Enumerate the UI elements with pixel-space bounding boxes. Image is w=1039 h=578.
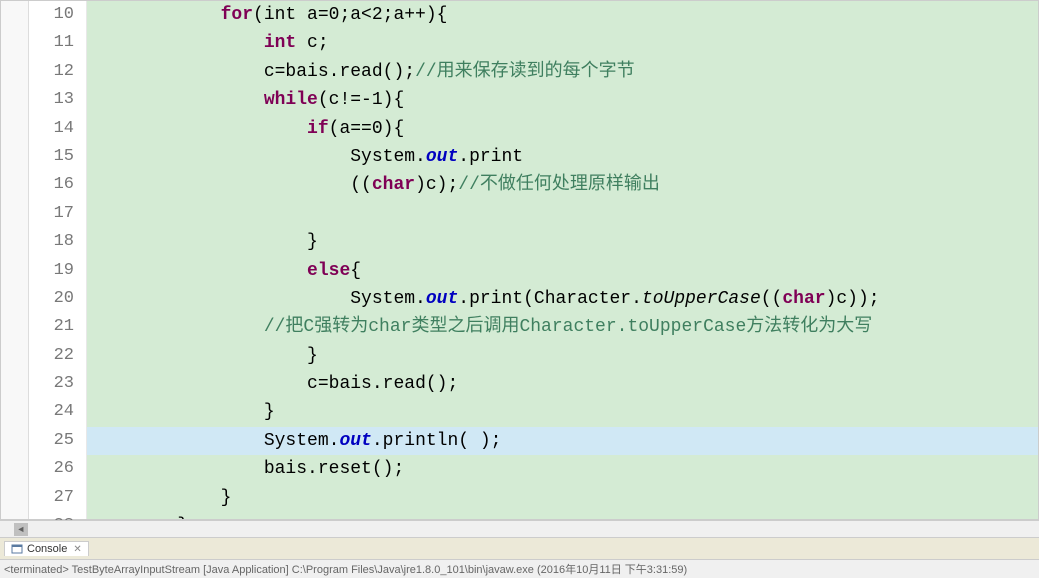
line-number: 11 [29,29,74,57]
code-line[interactable]: //把C强转为char类型之后调用Character.toUpperCase方法… [87,313,1038,341]
code-line[interactable]: c=bais.read();//用来保存读到的每个字节 [87,58,1038,86]
token-static: toUpperCase [642,289,761,309]
line-number: 12 [29,58,74,86]
code-line[interactable]: } [87,512,1038,519]
code-line[interactable]: System.out.println( ); [87,427,1038,455]
token-kw: if [307,119,329,139]
line-number: 19 [29,257,74,285]
token-comment: //不做任何处理原样输出 [458,175,660,195]
token: (( [761,289,783,309]
line-number: 21 [29,313,74,341]
token: } [177,516,188,519]
token: } [221,488,232,508]
token: (int a=0;a<2;a++){ [253,5,447,25]
token-kw: for [221,5,253,25]
token-field: out [339,431,371,451]
token: c=bais.read(); [307,374,458,394]
scroll-left-arrow[interactable]: ◄ [14,523,28,536]
token: } [307,346,318,366]
code-line[interactable]: } [87,342,1038,370]
token: } [307,232,318,252]
horizontal-scrollbar[interactable]: ◄ [0,520,1039,537]
line-number: 24 [29,398,74,426]
token: (a==0){ [329,119,405,139]
code-line[interactable]: ((char)c);//不做任何处理原样输出 [87,171,1038,199]
line-number: 15 [29,143,74,171]
line-number: 27 [29,484,74,512]
code-line[interactable]: else{ [87,257,1038,285]
token: (c!=-1){ [318,90,404,110]
token: c=bais.read(); [264,62,415,82]
token: )c)); [826,289,880,309]
line-number: 10 [29,1,74,29]
code-line[interactable]: while(c!=-1){ [87,86,1038,114]
token: c; [296,33,328,53]
line-number-gutter: 10111213141516171819202122232425262728 [29,1,87,519]
line-number: 20 [29,285,74,313]
token: .println( ); [372,431,502,451]
code-line[interactable]: bais.reset(); [87,455,1038,483]
console-status-line: <terminated> TestByteArrayInputStream [J… [0,560,1039,578]
token: )c); [415,175,458,195]
token-comment: //用来保存读到的每个字节 [415,62,635,82]
line-number: 23 [29,370,74,398]
console-tab[interactable]: Console ✕ [4,541,89,556]
close-icon[interactable]: ✕ [73,544,81,555]
code-line[interactable]: } [87,228,1038,256]
code-line[interactable]: } [87,484,1038,512]
code-line[interactable] [87,200,1038,228]
code-line[interactable]: if(a==0){ [87,115,1038,143]
code-line[interactable]: System.out.print(Character.toUpperCase((… [87,285,1038,313]
console-panel: Console ✕ <terminated> TestByteArrayInpu… [0,537,1039,575]
code-editor: 10111213141516171819202122232425262728 f… [0,0,1039,520]
token-field: out [426,289,458,309]
line-number: 17 [29,200,74,228]
code-line[interactable]: for(int a=0;a<2;a++){ [87,1,1038,29]
token-comment: //把C强转为char类型之后调用Character.toUpperCase方法… [264,317,872,337]
token-kw: int [264,33,296,53]
code-line[interactable]: int c; [87,29,1038,57]
line-number: 25 [29,427,74,455]
token: .print [458,147,523,167]
token: } [264,402,275,422]
token: .print(Character. [458,289,642,309]
console-tab-bar: Console ✕ [0,538,1039,560]
line-number: 13 [29,86,74,114]
code-line[interactable]: c=bais.read(); [87,370,1038,398]
token: { [350,261,361,281]
token: (( [350,175,372,195]
line-number: 16 [29,171,74,199]
code-area[interactable]: for(int a=0;a<2;a++){ int c; c=bais.read… [87,1,1038,519]
token-kw: char [782,289,825,309]
token: System. [350,147,426,167]
token: System. [264,431,340,451]
token: System. [350,289,426,309]
console-icon [11,543,23,555]
line-number: 14 [29,115,74,143]
token-field: out [426,147,458,167]
token: bais.reset(); [264,459,404,479]
token-kw: while [264,90,318,110]
line-number: 22 [29,342,74,370]
editor-left-margin [1,1,29,519]
token-kw: else [307,261,350,281]
token-kw: char [372,175,415,195]
console-tab-label: Console [27,543,67,555]
code-line[interactable]: System.out.print [87,143,1038,171]
line-number: 26 [29,455,74,483]
code-line[interactable]: } [87,398,1038,426]
line-number: 18 [29,228,74,256]
